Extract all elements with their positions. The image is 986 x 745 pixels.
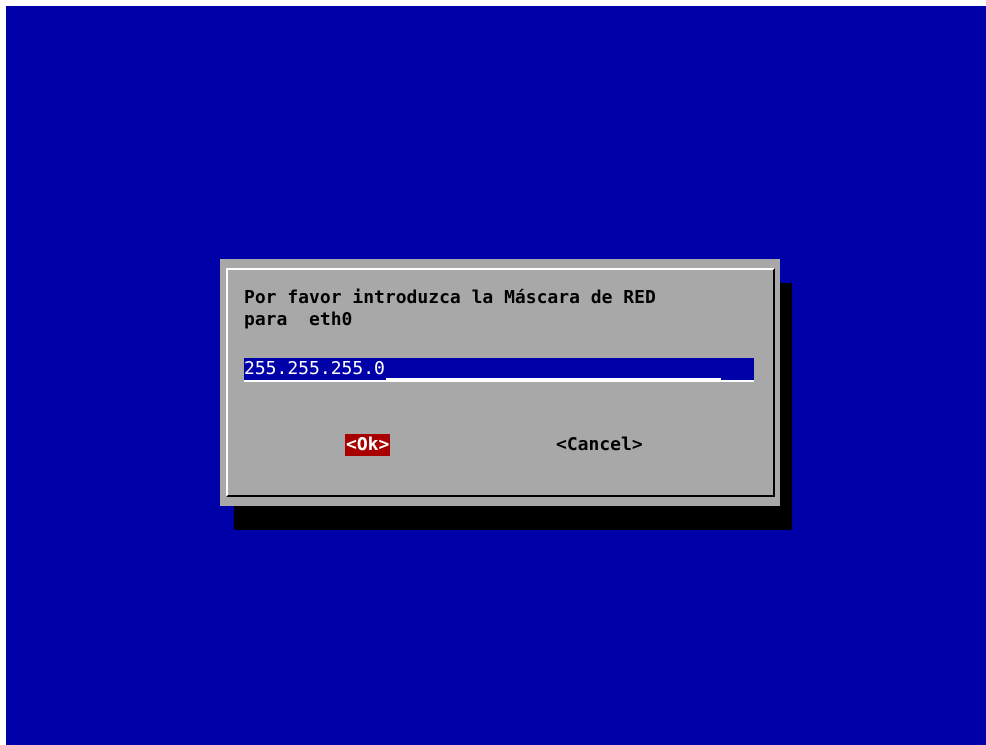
netmask-input-value: 255.255.255.0 — [244, 358, 385, 379]
netmask-input[interactable]: 255.255.255.0 — [244, 358, 754, 382]
ok-button[interactable]: <Ok> — [345, 434, 391, 456]
input-dialog: Por favor introduzca la Máscara de RED p… — [220, 259, 780, 506]
input-underline — [385, 358, 721, 380]
cancel-button[interactable]: <Cancel> — [556, 434, 643, 456]
dialog-prompt: Por favor introduzca la Máscara de RED p… — [244, 287, 656, 331]
console-screen: Por favor introduzca la Máscara de RED p… — [6, 6, 986, 745]
prompt-line-2: para eth0 — [244, 309, 353, 330]
prompt-line-1: Por favor introduzca la Máscara de RED — [244, 287, 656, 308]
